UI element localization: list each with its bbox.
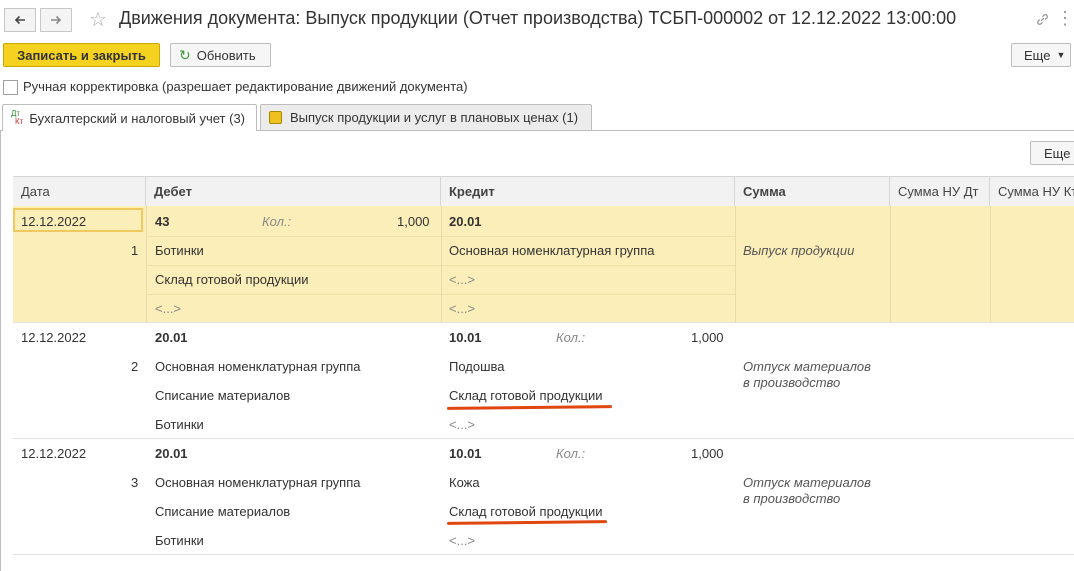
credit-subconto-2[interactable]: <...> <box>449 272 475 287</box>
annotation-underline <box>446 405 613 410</box>
register-icon <box>269 111 282 124</box>
debit-account[interactable]: 20.01 <box>155 330 188 345</box>
more-vertical-icon[interactable]: ⋮ <box>1056 5 1074 31</box>
debit-subconto-3[interactable]: Ботинки <box>155 533 204 548</box>
credit-subconto-1[interactable]: Основная номенклатурная группа <box>449 243 655 258</box>
row-divider <box>441 206 442 322</box>
debit-qty[interactable]: 1,000 <box>397 214 430 229</box>
row-number: 2 <box>131 359 139 374</box>
subrow-divider <box>147 265 441 266</box>
link-icon[interactable] <box>1032 9 1052 29</box>
entry-content-line2[interactable]: в производство <box>743 375 840 390</box>
debit-subconto-1[interactable]: Основная номенклатурная группа <box>155 475 361 490</box>
back-button[interactable] <box>4 8 36 32</box>
subrow-divider <box>442 236 735 237</box>
manual-edit-checkbox[interactable] <box>3 80 18 95</box>
table-more-button[interactable]: Еще <box>1030 141 1074 165</box>
credit-subconto-2[interactable]: Склад готовой продукции <box>449 388 603 403</box>
subrow-divider <box>442 294 735 295</box>
tab-planned-prices-label: Выпуск продукции и услуг в плановых цена… <box>290 110 579 125</box>
column-sum-tax-kt[interactable]: Сумма НУ Кт <box>990 177 1074 206</box>
row-number: 1 <box>131 243 139 258</box>
dropdown-caret-icon: ▼ <box>1056 50 1066 60</box>
row-divider <box>735 206 736 322</box>
credit-account[interactable]: 10.01 <box>449 330 482 345</box>
subrow-divider <box>147 294 441 295</box>
column-credit[interactable]: Кредит <box>441 177 735 206</box>
row-separator <box>13 438 1074 439</box>
debit-subconto-2[interactable]: Списание материалов <box>155 504 290 519</box>
debit-subconto-2[interactable]: Списание материалов <box>155 388 290 403</box>
save-close-button[interactable]: Записать и закрыть <box>3 43 160 67</box>
credit-subconto-3[interactable]: <...> <box>449 417 475 432</box>
credit-subconto-1[interactable]: Подошва <box>449 359 505 374</box>
credit-subconto-1[interactable]: Кожа <box>449 475 480 490</box>
tab-accounting-label: Бухгалтерский и налоговый учет (3) <box>29 110 246 126</box>
debit-account[interactable]: 20.01 <box>155 446 188 461</box>
column-sum[interactable]: Сумма <box>735 177 890 206</box>
entry-content-line2[interactable]: в производство <box>743 491 840 506</box>
tab-accounting[interactable]: Дт Кт Бухгалтерский и налоговый учет (3) <box>2 104 257 131</box>
row-date: 12.12.2022 <box>21 214 87 229</box>
credit-subconto-3[interactable]: <...> <box>449 533 475 548</box>
credit-qty-label: Кол.: <box>556 446 586 461</box>
row-separator <box>13 322 1074 323</box>
column-debit[interactable]: Дебет <box>146 177 441 206</box>
refresh-icon: ↻ <box>179 46 191 63</box>
debit-subconto-3[interactable]: Ботинки <box>155 417 204 432</box>
row-date: 12.12.2022 <box>21 330 87 345</box>
row-number: 3 <box>131 475 139 490</box>
subrow-divider <box>442 265 735 266</box>
debit-subconto-1[interactable]: Основная номенклатурная группа <box>155 359 361 374</box>
table-more-label: Еще <box>1044 145 1071 161</box>
subrow-divider <box>147 236 441 237</box>
debit-qty-label: Кол.: <box>262 214 292 229</box>
table-header: Дата Дебет Кредит Сумма Сумма НУ Дт Сумм… <box>13 176 1074 207</box>
favorite-star-icon[interactable]: ☆ <box>86 7 110 31</box>
column-sum-tax-dt[interactable]: Сумма НУ Дт <box>890 177 990 206</box>
debit-subconto-3[interactable]: <...> <box>155 301 181 316</box>
credit-account[interactable]: 20.01 <box>449 214 482 229</box>
debit-subconto-2[interactable]: Склад готовой продукции <box>155 272 309 287</box>
row-divider <box>146 206 147 322</box>
credit-subconto-3[interactable]: <...> <box>449 301 475 316</box>
credit-account[interactable]: 10.01 <box>449 446 482 461</box>
credit-qty[interactable]: 1,000 <box>691 330 724 345</box>
debit-account[interactable]: 43 <box>155 214 169 229</box>
tab-planned-prices[interactable]: Выпуск продукции и услуг в плановых цена… <box>260 104 592 130</box>
more-label: Еще <box>1024 47 1051 63</box>
panel-left-border <box>0 130 1 571</box>
entry-content[interactable]: Отпуск материалов <box>743 359 871 374</box>
debit-subconto-1[interactable]: Ботинки <box>155 243 204 258</box>
entry-content[interactable]: Выпуск продукции <box>743 243 854 258</box>
more-button[interactable]: Еще ▼ <box>1011 43 1071 67</box>
forward-button[interactable] <box>40 8 72 32</box>
credit-subconto-2[interactable]: Склад готовой продукции <box>449 504 603 519</box>
arrow-left-icon <box>14 15 25 25</box>
annotation-underline <box>446 520 608 525</box>
credit-qty[interactable]: 1,000 <box>691 446 724 461</box>
row-date: 12.12.2022 <box>21 446 87 461</box>
dt-kt-icon: Дт Кт <box>11 109 24 126</box>
column-date[interactable]: Дата <box>13 177 146 206</box>
save-close-label: Записать и закрыть <box>17 47 146 63</box>
refresh-label: Обновить <box>196 47 256 63</box>
window-title: Движения документа: Выпуск продукции (От… <box>119 8 957 28</box>
row-divider <box>890 206 891 322</box>
row-separator <box>13 554 1074 555</box>
refresh-button[interactable]: ↻ Обновить <box>170 43 271 67</box>
arrow-right-icon <box>51 15 62 25</box>
entry-content[interactable]: Отпуск материалов <box>743 475 871 490</box>
row-divider <box>990 206 991 322</box>
manual-edit-label: Ручная корректировка (разрешает редактир… <box>23 79 468 94</box>
credit-qty-label: Кол.: <box>556 330 586 345</box>
